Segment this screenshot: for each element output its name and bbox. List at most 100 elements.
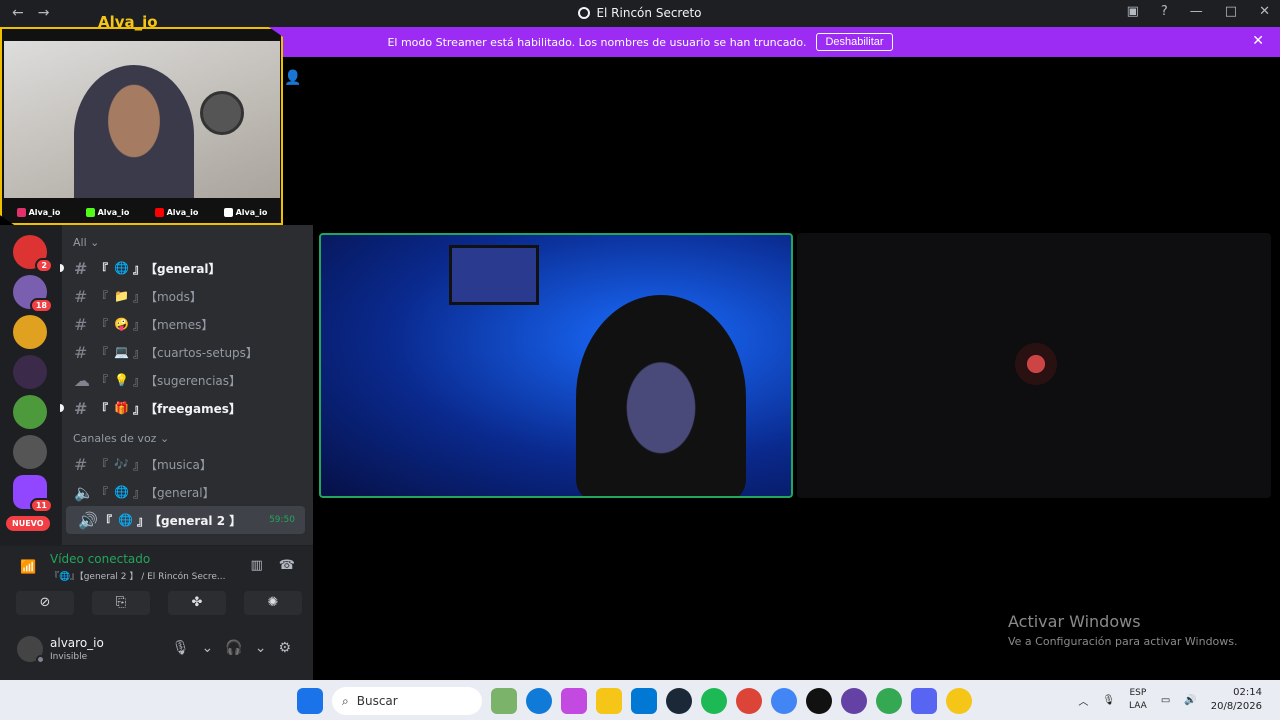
chrome-icon[interactable] bbox=[736, 688, 762, 714]
user-status: Invisible bbox=[50, 652, 88, 662]
search-icon: ⌕ bbox=[342, 693, 349, 708]
volume-icon[interactable]: 🔊 bbox=[1184, 695, 1196, 706]
status-indicator bbox=[36, 655, 45, 664]
youtube-handle: Alva_io bbox=[154, 207, 198, 217]
activate-windows-watermark: Activar Windows Ve a Configuración para … bbox=[1008, 612, 1238, 648]
channel-cuartos-setups[interactable]: # 『💻』【cuartos-setups】 bbox=[62, 338, 313, 366]
category-all[interactable]: All ⌄ bbox=[62, 232, 313, 254]
clock[interactable]: 02:14 20/8/2026 bbox=[1211, 686, 1262, 714]
headset-options-chevron-icon[interactable]: ⌄ bbox=[255, 640, 267, 656]
headset-icon[interactable]: 🎧 bbox=[225, 640, 242, 656]
voice-channel-general-2[interactable]: 🔊 『🌐』【general 2 】 59:50 bbox=[66, 506, 305, 534]
hash-icon: # bbox=[74, 342, 88, 362]
server-icon-6[interactable] bbox=[13, 435, 47, 469]
server-icon-5[interactable] bbox=[13, 395, 47, 429]
close-icon[interactable]: ✕ bbox=[1259, 4, 1270, 19]
soundboard-button[interactable]: ✺ bbox=[244, 591, 302, 615]
server-icon bbox=[578, 7, 591, 19]
channel-general[interactable]: # 『🌐』【general】 bbox=[60, 254, 313, 282]
title-bar: ← → El Rincón Secreto ▣ ? — □ ✕ bbox=[0, 0, 1280, 27]
copilot-icon[interactable] bbox=[561, 688, 587, 714]
hash-icon: # bbox=[74, 258, 88, 278]
chrome-profile-icon[interactable] bbox=[771, 688, 797, 714]
kick-handle: Alva_io bbox=[85, 207, 129, 217]
taskbar-search[interactable]: ⌕ Buscar bbox=[332, 687, 482, 715]
voice-status-subtitle[interactable]: 『🌐』【general 2 】 / El Rincón Secre... bbox=[50, 569, 225, 582]
add-user-icon[interactable]: 👤 bbox=[284, 70, 301, 86]
stream-webcam-overlay: Alva_io Alva_io Alva_io Alva_io bbox=[0, 27, 283, 225]
banner-close-icon[interactable]: ✕ bbox=[1252, 33, 1264, 49]
category-voice[interactable]: Canales de voz ⌄ bbox=[62, 428, 313, 450]
new-badge: NUEVO bbox=[6, 516, 50, 531]
participant-avatar bbox=[1015, 343, 1057, 385]
mention-badge: 2 bbox=[35, 258, 53, 273]
microphone-tray-icon[interactable]: 🎙 bbox=[1102, 695, 1115, 706]
widgets-icon[interactable] bbox=[491, 688, 517, 714]
tiktok-icon bbox=[223, 207, 233, 217]
watermark-subtitle: Ve a Configuración para activar Windows. bbox=[1008, 635, 1238, 648]
channel-freegames[interactable]: # 『🎁』【freegames】 bbox=[60, 394, 313, 422]
server-icon-2[interactable]: 18 bbox=[13, 275, 53, 313]
wall-poster bbox=[449, 245, 539, 305]
connection-signal-icon[interactable]: 📶 bbox=[20, 560, 36, 575]
hash-icon: # bbox=[74, 398, 88, 418]
hash-icon: # bbox=[74, 286, 88, 306]
tray-chevron-icon[interactable]: ︿ bbox=[1078, 693, 1088, 708]
app-icon[interactable] bbox=[946, 688, 972, 714]
watermark-title: Activar Windows bbox=[1008, 612, 1141, 631]
activities-button[interactable]: ✤ bbox=[168, 591, 226, 615]
server-icon-4[interactable] bbox=[13, 355, 47, 389]
username[interactable]: alvaro_io bbox=[50, 636, 104, 650]
discord-icon[interactable] bbox=[911, 688, 937, 714]
language-indicator[interactable]: ESP LAA bbox=[1129, 687, 1147, 713]
network-icon[interactable]: ▭ bbox=[1161, 695, 1170, 706]
store-icon[interactable] bbox=[631, 688, 657, 714]
banner-message: El modo Streamer está habilitado. Los no… bbox=[387, 35, 807, 49]
microphone-icon[interactable]: 🎙 bbox=[172, 640, 190, 656]
channel-musica[interactable]: # 『🎶』【musica】 bbox=[62, 450, 313, 478]
chrome-alt-icon[interactable] bbox=[876, 688, 902, 714]
maximize-icon[interactable]: □ bbox=[1225, 4, 1237, 19]
disconnect-icon[interactable]: ☎ bbox=[279, 558, 295, 573]
streamer-figure bbox=[74, 65, 194, 198]
inbox-icon[interactable]: ▣ bbox=[1127, 4, 1139, 19]
fan-figure bbox=[200, 91, 244, 135]
camera-off-button[interactable]: ⊘ bbox=[16, 591, 74, 615]
minimize-icon[interactable]: — bbox=[1190, 4, 1203, 19]
mention-badge: 18 bbox=[29, 298, 53, 313]
kick-icon bbox=[85, 207, 95, 217]
edge-icon[interactable] bbox=[526, 688, 552, 714]
noise-suppression-icon[interactable]: ▥ bbox=[251, 558, 263, 573]
obs-icon[interactable] bbox=[806, 688, 832, 714]
help-icon[interactable]: ? bbox=[1161, 4, 1168, 19]
video-tile-participant-1[interactable] bbox=[319, 233, 793, 498]
video-tile-participant-2[interactable] bbox=[797, 233, 1271, 498]
server-icon-3[interactable] bbox=[13, 315, 47, 349]
disable-streamer-button[interactable]: Deshabilitar bbox=[816, 33, 893, 51]
tiktok-handle: Alva_io bbox=[223, 207, 267, 217]
forum-icon: ☁ bbox=[74, 370, 90, 390]
stream-brand: Alva_io bbox=[98, 13, 158, 31]
channel-memes[interactable]: # 『🤪』【memes】 bbox=[62, 310, 313, 338]
settings-gear-icon[interactable]: ⚙ bbox=[278, 640, 291, 656]
instagram-icon bbox=[16, 207, 26, 217]
channel-mods[interactable]: # 『📁』【mods】 bbox=[62, 282, 313, 310]
server-icon-1[interactable]: 2 bbox=[13, 235, 53, 273]
hash-icon: # bbox=[74, 314, 88, 334]
social-bar: Alva_io Alva_io Alva_io Alva_io bbox=[4, 203, 280, 221]
channel-timer: 59:50 bbox=[269, 515, 295, 525]
user-panel: alvaro_io Invisible 🎙 ⌄ 🎧 ⌄ ⚙ bbox=[0, 621, 313, 680]
screen-share-button[interactable]: ⎘ bbox=[92, 591, 150, 615]
file-explorer-icon[interactable] bbox=[596, 688, 622, 714]
streamer-webcam bbox=[4, 41, 280, 198]
mic-options-chevron-icon[interactable]: ⌄ bbox=[202, 640, 214, 656]
twitch-icon[interactable] bbox=[841, 688, 867, 714]
twitch-server-icon[interactable]: 11 bbox=[13, 475, 53, 513]
spotify-icon[interactable] bbox=[701, 688, 727, 714]
steam-icon[interactable] bbox=[666, 688, 692, 714]
start-button-icon[interactable] bbox=[297, 688, 323, 714]
voice-connection-panel: 📶 Vídeo conectado 『🌐』【general 2 】 / El R… bbox=[0, 545, 313, 621]
channel-sugerencias[interactable]: ☁ 『💡』【sugerencias】 bbox=[62, 366, 313, 394]
voice-channel-general[interactable]: 🔈 『🌐』【general】 bbox=[62, 478, 313, 506]
avatar[interactable] bbox=[17, 636, 45, 664]
